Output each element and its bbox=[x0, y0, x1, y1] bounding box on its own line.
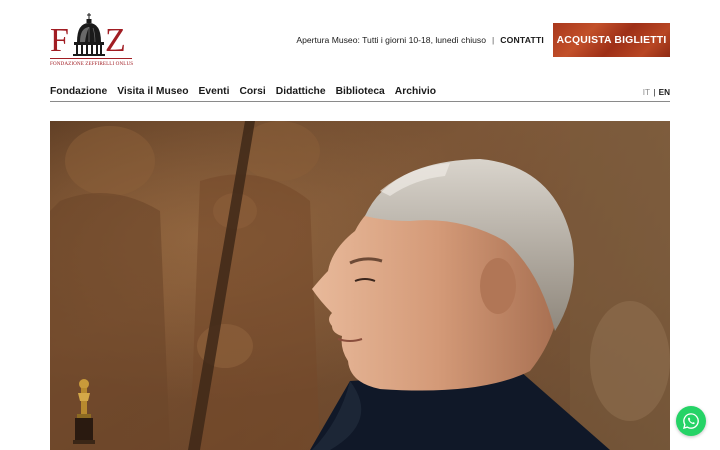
info-separator: | bbox=[492, 35, 495, 45]
logo-letter-f: F bbox=[50, 22, 69, 59]
nav-item-corsi[interactable]: Corsi bbox=[239, 86, 265, 97]
top-info-bar: Apertura Museo: Tutti i giorni 10-18, lu… bbox=[296, 35, 544, 45]
nav-divider bbox=[50, 101, 670, 102]
nav-item-didattiche[interactable]: Didattiche bbox=[276, 86, 326, 97]
dome-icon bbox=[73, 13, 105, 56]
nav-item-archivio[interactable]: Archivio bbox=[395, 86, 436, 97]
logo-letter-z: Z bbox=[105, 22, 126, 59]
nav-item-biblioteca[interactable]: Biblioteca bbox=[336, 86, 385, 97]
main-nav: Fondazione Visita il Museo Eventi Corsi … bbox=[50, 86, 446, 97]
logo-subtitle: FONDAZIONE ZEFFIRELLI ONLUS bbox=[50, 61, 134, 67]
whatsapp-chat-button[interactable] bbox=[676, 406, 706, 436]
lang-it[interactable]: IT bbox=[643, 88, 650, 97]
opening-hours: Apertura Museo: Tutti i giorni 10-18, lu… bbox=[296, 35, 486, 45]
lang-en[interactable]: EN bbox=[659, 88, 670, 97]
contact-link[interactable]: CONTATTI bbox=[500, 35, 544, 45]
hero-image bbox=[50, 121, 670, 450]
portrait-photo bbox=[50, 121, 670, 450]
language-switcher: IT | EN bbox=[643, 88, 670, 97]
whatsapp-icon bbox=[683, 413, 699, 429]
buy-tickets-button[interactable]: ACQUISTA BIGLIETTI bbox=[553, 23, 670, 57]
nav-item-visita-il-museo[interactable]: Visita il Museo bbox=[117, 86, 188, 97]
lang-separator: | bbox=[653, 88, 656, 97]
logo-divider bbox=[50, 58, 132, 59]
foundation-logo[interactable]: F Z FONDAZIONE ZEFFIRELLI ONLUS bbox=[50, 12, 134, 68]
nav-item-fondazione[interactable]: Fondazione bbox=[50, 86, 107, 97]
nav-item-eventi[interactable]: Eventi bbox=[199, 86, 230, 97]
